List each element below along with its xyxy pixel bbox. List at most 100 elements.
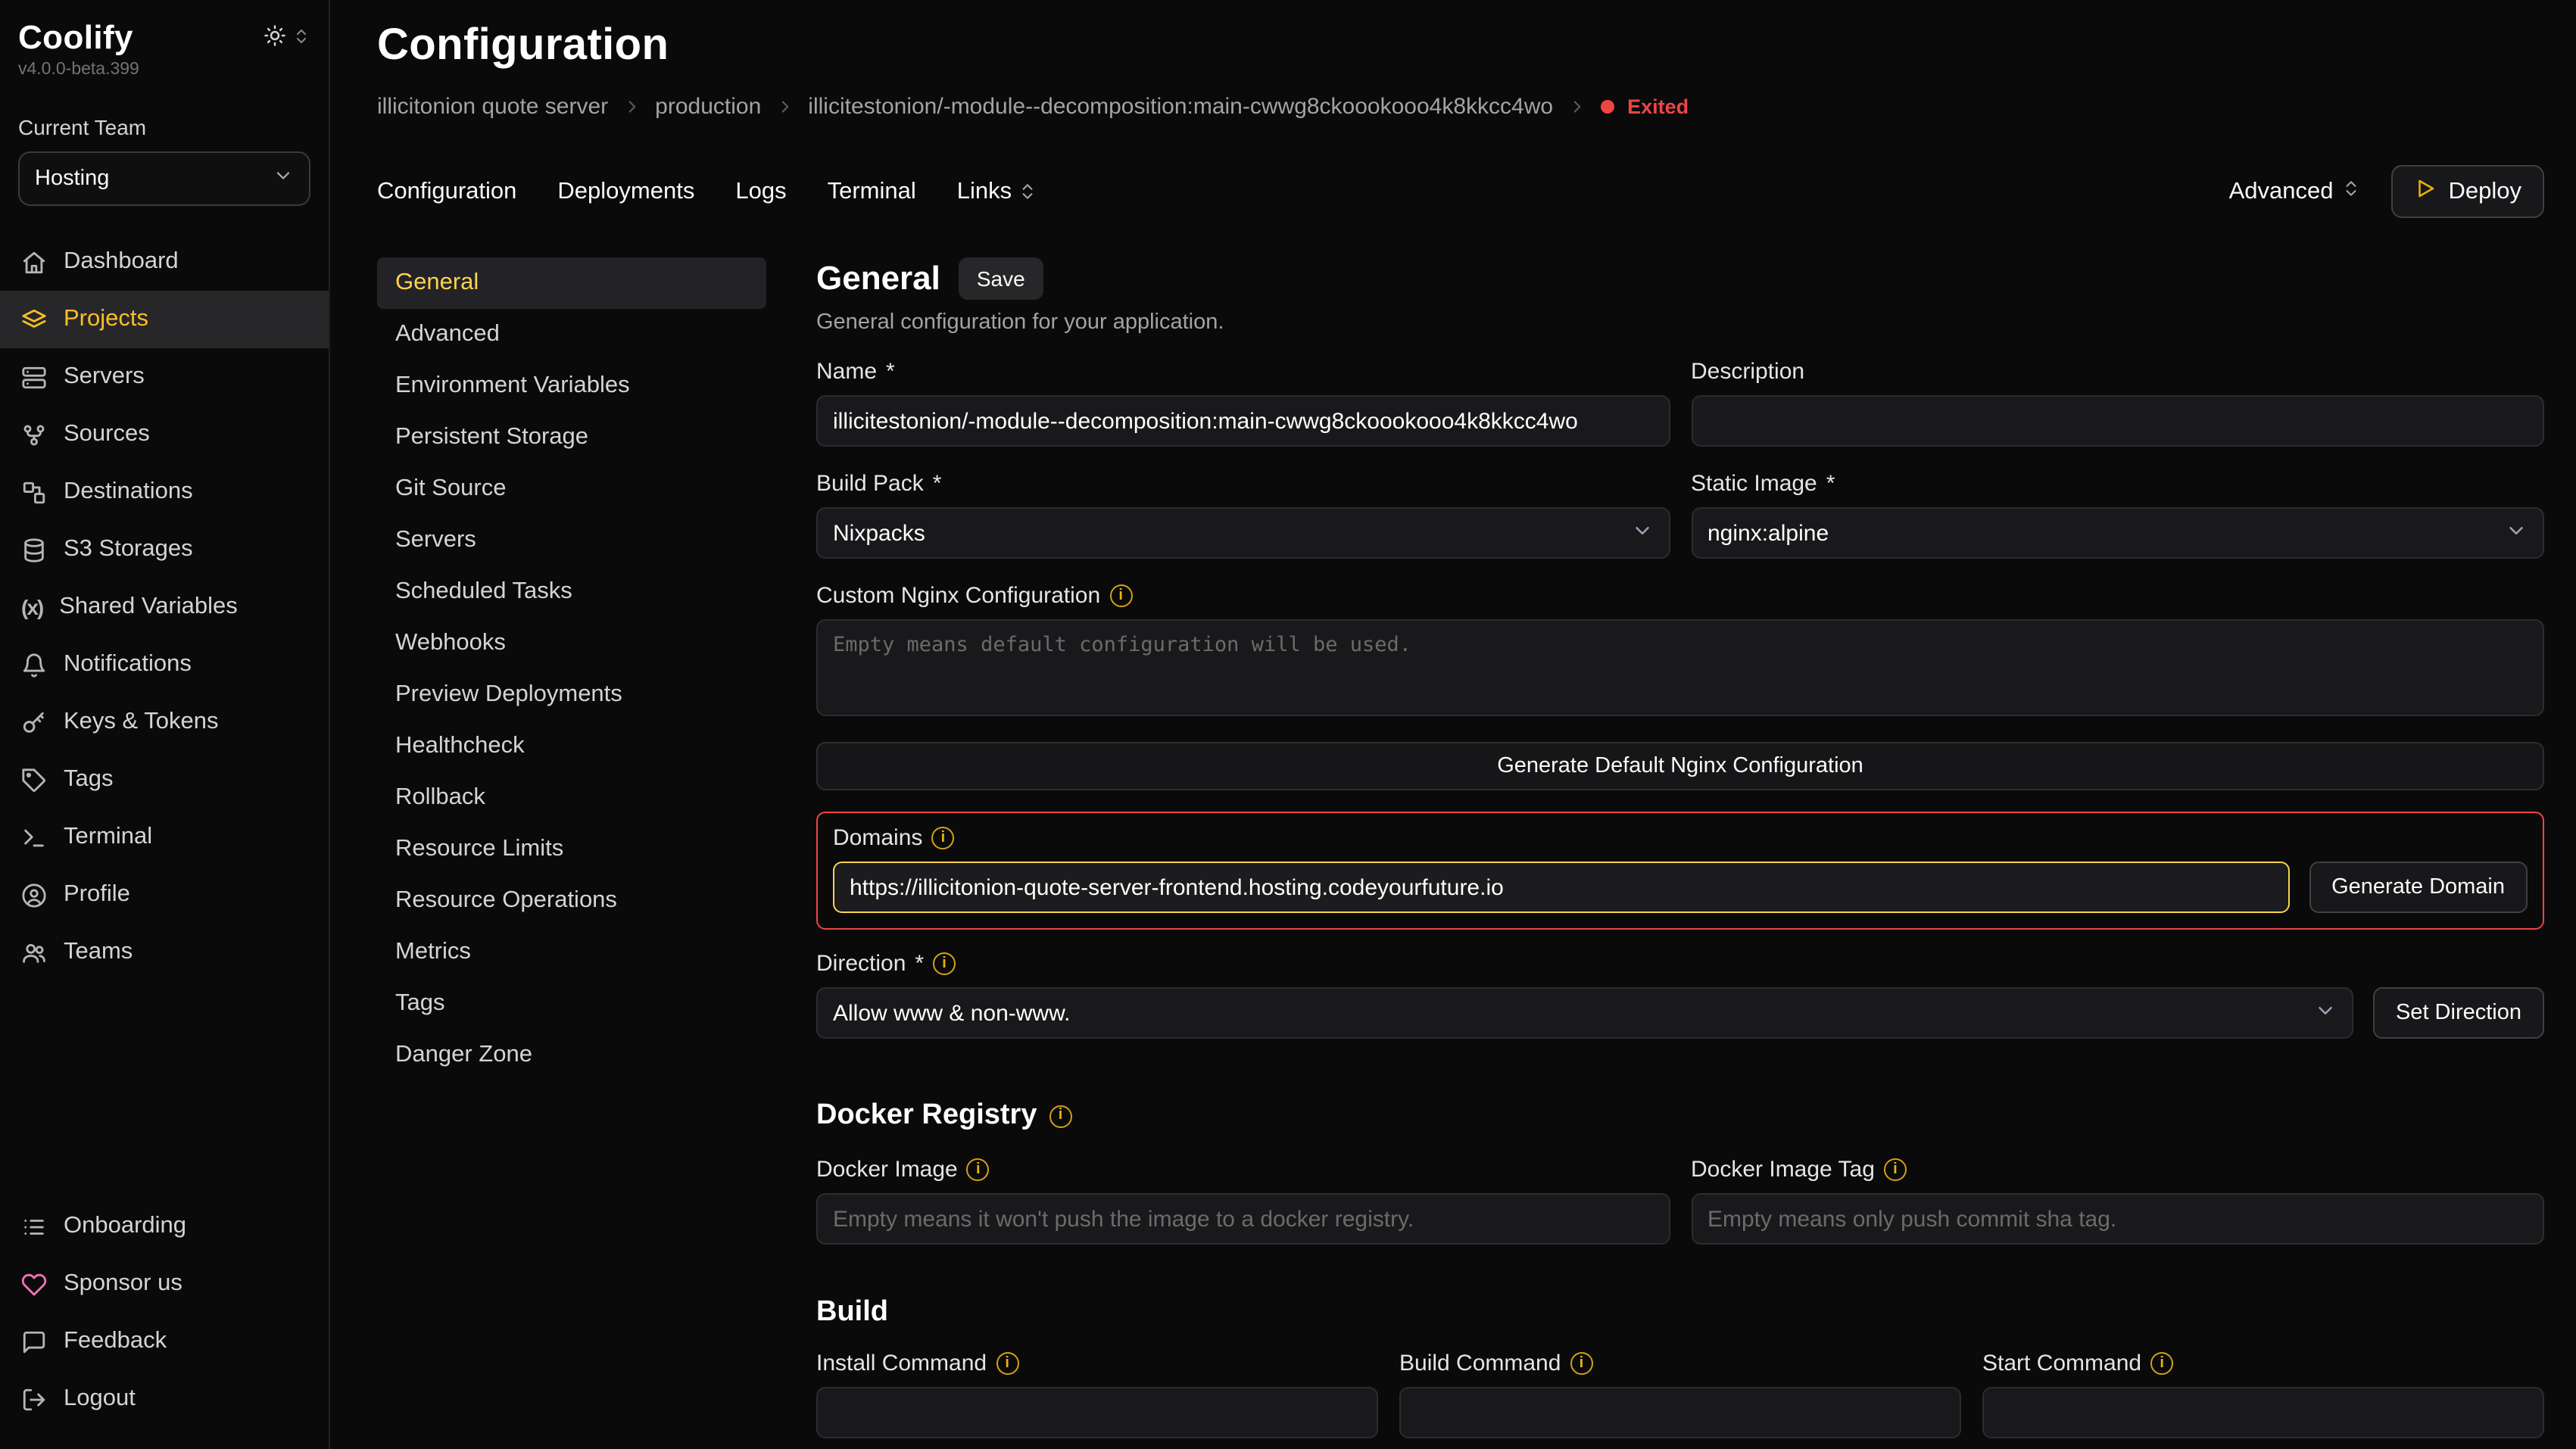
status-dot-icon bbox=[1600, 100, 1614, 114]
tab-terminal[interactable]: Terminal bbox=[828, 178, 916, 205]
chevrons-updown-icon[interactable] bbox=[292, 26, 310, 53]
sidebar-item-teams[interactable]: Teams bbox=[0, 924, 329, 981]
info-icon[interactable]: i bbox=[933, 952, 956, 975]
sidebar-item-onboarding[interactable]: Onboarding bbox=[0, 1198, 329, 1255]
sidebar-item-s3-storages[interactable]: S3 Storages bbox=[0, 521, 329, 578]
config-nav-git-source[interactable]: Git Source bbox=[377, 463, 766, 515]
sidebar-item-sources[interactable]: Sources bbox=[0, 406, 329, 463]
sidebar-item-label: Destinations bbox=[64, 478, 193, 506]
config-nav-advanced[interactable]: Advanced bbox=[377, 309, 766, 360]
domains-input[interactable] bbox=[833, 862, 2289, 913]
sidebar-item-servers[interactable]: Servers bbox=[0, 348, 329, 406]
config-nav-general[interactable]: General bbox=[377, 257, 766, 309]
sidebar-item-label: Keys & Tokens bbox=[64, 709, 219, 736]
sidebar-item-label: Sources bbox=[64, 421, 150, 448]
config-nav-resource-limits[interactable]: Resource Limits bbox=[377, 824, 766, 875]
sidebar-item-logout[interactable]: Logout bbox=[0, 1370, 329, 1428]
team-select-value: Hosting bbox=[35, 167, 109, 191]
sidebar-item-projects[interactable]: Projects bbox=[0, 291, 329, 348]
static-image-select-value: nginx:alpine bbox=[1707, 520, 1829, 546]
tab-configuration[interactable]: Configuration bbox=[377, 178, 516, 205]
generate-domain-button[interactable]: Generate Domain bbox=[2309, 862, 2528, 913]
team-select[interactable]: Hosting bbox=[18, 151, 310, 206]
static-image-label: Static Image* bbox=[1691, 471, 2544, 497]
sidebar-item-sponsor-us[interactable]: Sponsor us bbox=[0, 1255, 329, 1313]
sidebar-item-profile[interactable]: Profile bbox=[0, 866, 329, 924]
sidebar-item-tags[interactable]: Tags bbox=[0, 751, 329, 809]
info-icon[interactable]: i bbox=[1570, 1352, 1592, 1375]
build-command-input[interactable] bbox=[1399, 1387, 1961, 1438]
sidebar-item-label: Shared Variables bbox=[59, 594, 238, 621]
config-nav-scheduled-tasks[interactable]: Scheduled Tasks bbox=[377, 566, 766, 618]
tab-logs[interactable]: Logs bbox=[735, 178, 786, 205]
breadcrumb-item[interactable]: illicitestonion/-module--decomposition:m… bbox=[808, 94, 1553, 120]
main-content: Configuration illicitonion quote server p… bbox=[330, 0, 2576, 1449]
install-command-input[interactable] bbox=[816, 1387, 1378, 1438]
sidebar-item-terminal[interactable]: Terminal bbox=[0, 809, 329, 866]
save-button[interactable]: Save bbox=[959, 257, 1043, 300]
advanced-toggle[interactable]: Advanced bbox=[2229, 178, 2361, 205]
sidebar-item-label: Feedback bbox=[64, 1328, 167, 1355]
chevron-down-icon bbox=[2314, 999, 2337, 1027]
sidebar-item-label: Tags bbox=[64, 766, 114, 793]
config-nav-servers[interactable]: Servers bbox=[377, 515, 766, 566]
info-icon[interactable]: i bbox=[1884, 1158, 1907, 1181]
description-input[interactable] bbox=[1691, 395, 2544, 447]
sidebar-item-keys-tokens[interactable]: Keys & Tokens bbox=[0, 693, 329, 751]
docker-image-tag-input[interactable] bbox=[1691, 1193, 2544, 1245]
docker-image-input[interactable] bbox=[816, 1193, 1670, 1245]
breadcrumb-item[interactable]: illicitonion quote server bbox=[377, 94, 608, 120]
config-nav-rollback[interactable]: Rollback bbox=[377, 772, 766, 824]
sidebar-item-label: Profile bbox=[64, 881, 130, 908]
config-nav-persistent-storage[interactable]: Persistent Storage bbox=[377, 412, 766, 463]
static-image-select[interactable]: nginx:alpine bbox=[1691, 507, 2544, 559]
breadcrumb-item[interactable]: production bbox=[655, 94, 761, 120]
config-nav-danger-zone[interactable]: Danger Zone bbox=[377, 1030, 766, 1081]
breadcrumb-separator-icon bbox=[775, 97, 794, 117]
generate-nginx-config-button[interactable]: Generate Default Nginx Configuration bbox=[816, 742, 2544, 790]
database-icon bbox=[21, 537, 47, 562]
tab-links[interactable]: Links bbox=[957, 178, 1037, 205]
config-nav-environment-variables[interactable]: Environment Variables bbox=[377, 360, 766, 412]
info-icon[interactable]: i bbox=[1049, 1105, 1071, 1127]
breadcrumb-separator-icon bbox=[622, 97, 641, 117]
config-nav-healthcheck[interactable]: Healthcheck bbox=[377, 721, 766, 772]
sidebar-item-dashboard[interactable]: Dashboard bbox=[0, 233, 329, 291]
user-icon bbox=[21, 882, 47, 908]
breadcrumb-separator-icon bbox=[1567, 97, 1586, 117]
status-badge: Exited bbox=[1627, 95, 1689, 118]
config-nav-webhooks[interactable]: Webhooks bbox=[377, 618, 766, 669]
start-command-input[interactable] bbox=[1982, 1387, 2544, 1438]
app-logo: Coolify bbox=[18, 18, 133, 58]
info-icon[interactable]: i bbox=[931, 827, 954, 849]
config-nav-tags[interactable]: Tags bbox=[377, 978, 766, 1030]
tab-deployments[interactable]: Deployments bbox=[557, 178, 694, 205]
custom-nginx-label: Custom Nginx Configurationi bbox=[816, 583, 2544, 609]
info-icon[interactable]: i bbox=[2150, 1352, 2173, 1375]
set-direction-button[interactable]: Set Direction bbox=[2373, 987, 2544, 1039]
info-icon[interactable]: i bbox=[967, 1158, 990, 1181]
tabs: Configuration Deployments Logs Terminal Link… bbox=[377, 178, 1037, 205]
info-icon[interactable]: i bbox=[1109, 584, 1132, 607]
custom-nginx-config-textarea[interactable] bbox=[816, 619, 2544, 716]
config-nav-metrics[interactable]: Metrics bbox=[377, 927, 766, 978]
config-nav-resource-operations[interactable]: Resource Operations bbox=[377, 875, 766, 927]
play-icon bbox=[2414, 176, 2437, 207]
info-icon[interactable]: i bbox=[996, 1352, 1018, 1375]
sidebar-item-feedback[interactable]: Feedback bbox=[0, 1313, 329, 1370]
name-input[interactable] bbox=[816, 395, 1670, 447]
page-title: Configuration bbox=[377, 21, 2544, 71]
terminal-icon bbox=[21, 824, 47, 850]
build-pack-select[interactable]: Nixpacks bbox=[816, 507, 1670, 559]
section-title: General bbox=[816, 259, 940, 298]
deploy-button[interactable]: Deploy bbox=[2391, 165, 2545, 218]
sidebar-item-destinations[interactable]: Destinations bbox=[0, 463, 329, 521]
config-nav-preview-deployments[interactable]: Preview Deployments bbox=[377, 669, 766, 721]
sidebar-item-label: Logout bbox=[64, 1385, 136, 1413]
message-icon bbox=[21, 1329, 47, 1354]
theme-toggle-icon[interactable] bbox=[264, 24, 286, 55]
sidebar-item-shared-variables[interactable]: (x)Shared Variables bbox=[0, 578, 329, 636]
sidebar-item-notifications[interactable]: Notifications bbox=[0, 636, 329, 693]
direction-select[interactable]: Allow www & non-www. bbox=[816, 987, 2353, 1039]
build-heading: Build bbox=[816, 1296, 2544, 1329]
